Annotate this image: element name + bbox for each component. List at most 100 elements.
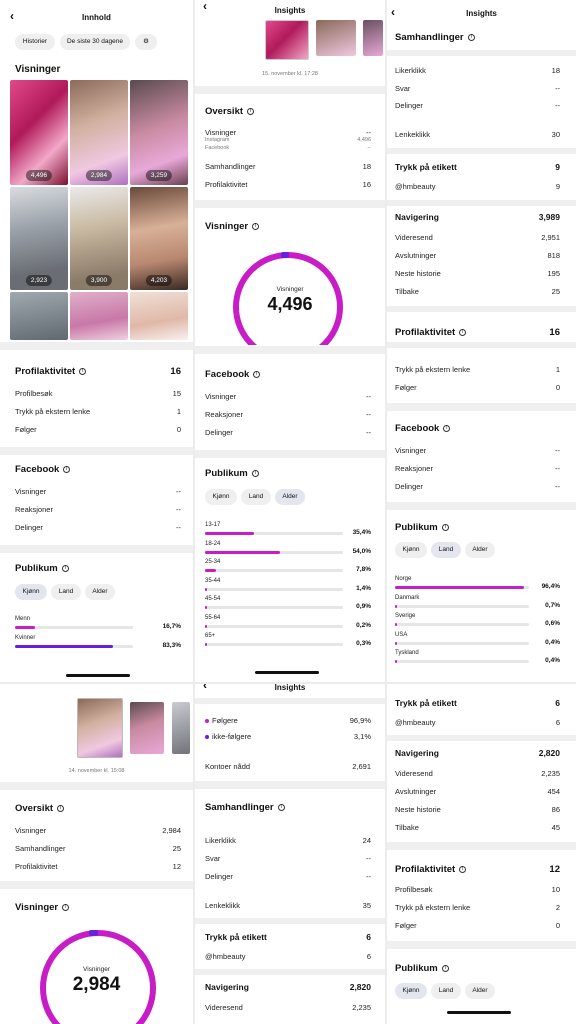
nav-total: 2,820 xyxy=(538,748,560,758)
section-divider xyxy=(387,50,576,56)
row-value: 2,984 xyxy=(162,826,181,835)
row-value: 86 xyxy=(551,805,560,814)
bar-track xyxy=(205,569,343,572)
bar-percent: 35,4% xyxy=(352,529,371,536)
filter-stories[interactable]: Historier xyxy=(15,34,55,50)
sub-label: Instagram xyxy=(205,137,230,143)
tab-country[interactable]: Land xyxy=(431,983,461,999)
row-label: Delinger xyxy=(205,872,233,881)
filter-settings-icon[interactable]: ⚙ xyxy=(135,34,157,50)
bar-label: Norge xyxy=(395,576,412,582)
info-icon[interactable]: i xyxy=(252,222,260,230)
followers-legend: Følgere xyxy=(205,716,238,725)
info-icon[interactable]: i xyxy=(253,370,261,378)
row-label: Videresend xyxy=(395,769,433,778)
row-label: @hmbeauty xyxy=(395,718,436,727)
bar-label: Menn xyxy=(15,616,31,622)
tab-age[interactable]: Alder xyxy=(85,584,115,600)
row-label: @hmbeauty xyxy=(395,182,436,191)
tab-country[interactable]: Land xyxy=(241,489,271,505)
row-value: 15 xyxy=(172,389,181,398)
info-icon[interactable]: i xyxy=(79,367,87,375)
story-thumbnail[interactable] xyxy=(70,292,128,340)
bar-label: 65+ xyxy=(205,633,216,639)
story-preview[interactable] xyxy=(316,20,356,56)
story-thumbnail[interactable]: 4,496 xyxy=(10,80,68,185)
row-value: -- xyxy=(176,523,181,532)
tab-gender[interactable]: Kjønn xyxy=(395,983,427,999)
row-label: Avslutninger xyxy=(395,787,437,796)
tab-country[interactable]: Land xyxy=(431,542,461,558)
info-icon[interactable]: i xyxy=(63,465,71,473)
tab-age[interactable]: Alder xyxy=(275,489,305,505)
story-preview[interactable] xyxy=(77,698,123,758)
profile-activity-title: Profilaktivitet i xyxy=(395,327,467,338)
row-label: Trykk på ekstern lenke xyxy=(395,903,471,912)
row-value: 18 xyxy=(362,162,371,171)
info-icon[interactable]: i xyxy=(277,803,285,811)
tag-total: 6 xyxy=(366,932,371,942)
section-divider xyxy=(387,148,576,154)
row-value: -- xyxy=(366,428,371,437)
story-thumbnail[interactable]: 3,259 xyxy=(130,80,188,185)
row-value: 2,235 xyxy=(352,1003,371,1012)
story-thumbnail[interactable] xyxy=(130,292,188,340)
bar-track xyxy=(395,623,529,626)
info-icon[interactable]: i xyxy=(443,424,451,432)
bar-fill xyxy=(15,626,35,629)
bar-track xyxy=(205,587,343,591)
story-date: 14. november kl. 15:08 xyxy=(68,768,125,774)
panel-story-interactions: ‹ Insights Samhandlinger i Likerklikk 18 … xyxy=(387,0,576,682)
info-icon[interactable]: i xyxy=(57,804,65,812)
row-label: Likerklikk xyxy=(395,66,426,75)
tab-age[interactable]: Alder xyxy=(465,983,495,999)
bar-label: 18-24 xyxy=(205,540,221,547)
bar-percent: 1,4% xyxy=(356,584,371,592)
info-icon[interactable]: i xyxy=(467,33,475,41)
row-value: 30 xyxy=(551,130,560,139)
story-preview[interactable] xyxy=(363,20,383,56)
facebook-title: Facebook i xyxy=(15,464,71,475)
row-value: 2,951 xyxy=(541,233,560,242)
interactions-title: Samhandlinger i xyxy=(395,32,475,43)
tab-gender[interactable]: Kjønn xyxy=(15,584,47,600)
filter-period[interactable]: De siste 30 dagene xyxy=(60,34,130,50)
story-preview[interactable] xyxy=(172,702,190,754)
info-icon[interactable]: i xyxy=(459,865,467,873)
info-icon[interactable]: i xyxy=(251,469,259,477)
story-preview[interactable] xyxy=(265,20,309,60)
row-label: Videresend xyxy=(395,233,433,242)
tag-title: Trykk på etikett xyxy=(395,698,457,708)
info-icon[interactable]: i xyxy=(62,903,70,911)
bar-label: 25-34 xyxy=(205,559,221,565)
story-preview[interactable] xyxy=(130,702,164,754)
tab-age[interactable]: Alder xyxy=(465,542,495,558)
section-divider xyxy=(195,918,385,924)
bar-track xyxy=(205,606,343,609)
section-divider xyxy=(0,881,193,889)
info-icon[interactable]: i xyxy=(459,328,467,336)
info-icon[interactable]: i xyxy=(441,523,449,531)
story-thumbnail[interactable]: 2,984 xyxy=(70,80,128,185)
section-divider xyxy=(0,545,193,553)
story-date: 15. november kl. 17:28 xyxy=(262,71,318,77)
story-thumbnail[interactable]: 3,900 xyxy=(70,187,128,290)
row-value: -- xyxy=(366,410,371,419)
tab-gender[interactable]: Kjønn xyxy=(205,489,237,505)
info-icon[interactable]: i xyxy=(61,564,69,572)
row-label: Lenkeklikk xyxy=(395,130,431,139)
story-thumbnail[interactable] xyxy=(10,292,68,340)
row-value: 2,691 xyxy=(352,762,371,771)
interactions-title: Samhandlinger i xyxy=(205,802,285,813)
story-thumbnail[interactable]: 4,203 xyxy=(130,187,188,290)
row-value: 24 xyxy=(362,836,371,845)
story-thumbnail[interactable]: 2,923 xyxy=(10,187,68,290)
donut-center-label: Visninger xyxy=(83,966,110,973)
row-value: 25 xyxy=(551,287,560,296)
tag-total: 9 xyxy=(555,162,560,172)
info-icon[interactable]: i xyxy=(247,107,255,115)
tab-gender[interactable]: Kjønn xyxy=(395,542,427,558)
page-title: Insights xyxy=(466,9,497,18)
info-icon[interactable]: i xyxy=(441,964,449,972)
tab-country[interactable]: Land xyxy=(51,584,81,600)
